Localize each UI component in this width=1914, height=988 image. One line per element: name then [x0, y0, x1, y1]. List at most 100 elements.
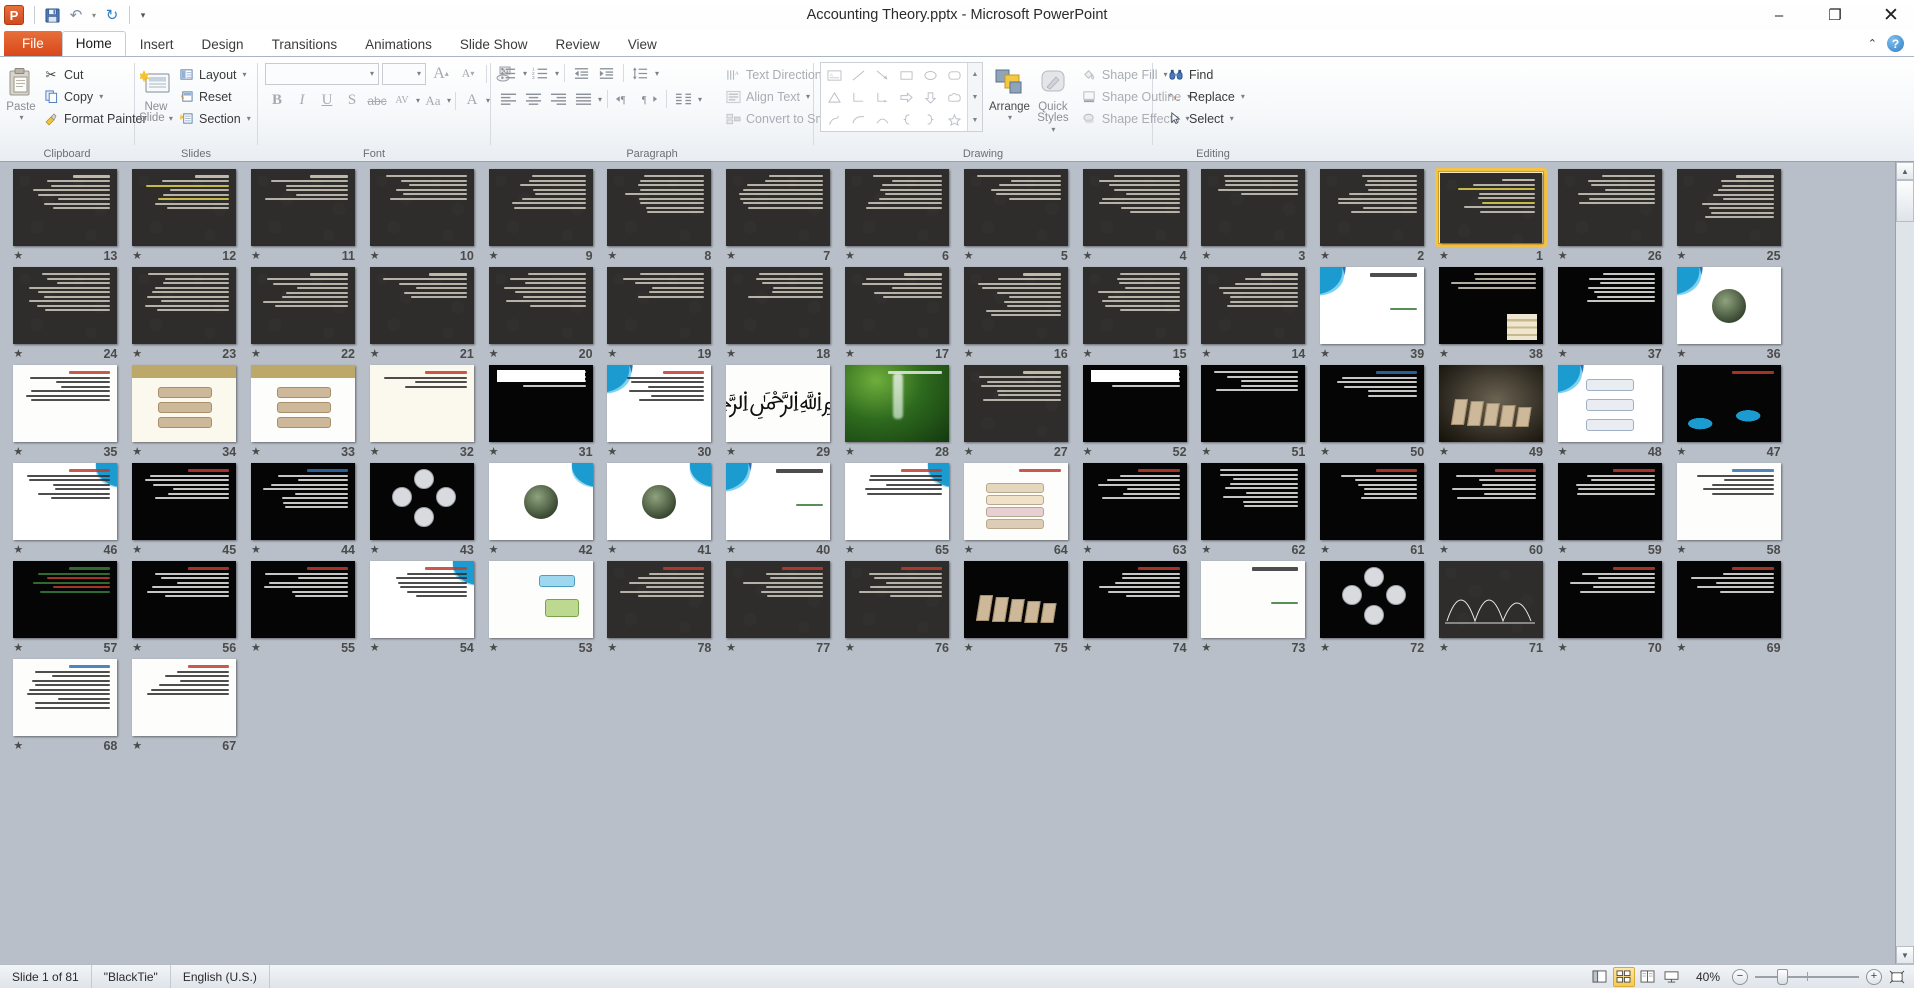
slide-thumbnail[interactable]: ★ 54 [362, 560, 481, 658]
font-color-dropdown-icon[interactable]: ▾ [486, 96, 490, 105]
slide-preview[interactable] [1201, 365, 1306, 442]
slide-preview[interactable] [1557, 169, 1662, 246]
thumbnail-frame[interactable] [485, 560, 597, 639]
tab-insert[interactable]: Insert [126, 31, 188, 56]
slide-thumbnail[interactable]: ★ 50 [1313, 364, 1432, 462]
thumbnail-frame[interactable] [1197, 560, 1309, 639]
block-arrow-down-icon[interactable] [918, 86, 942, 108]
thumbnail-frame[interactable] [1197, 364, 1309, 443]
tab-review[interactable]: Review [541, 31, 613, 56]
slide-thumbnail[interactable]: ★ 39 [1313, 266, 1432, 364]
slide-preview[interactable] [1082, 267, 1187, 344]
slide-thumbnail[interactable]: ★ 71 [1432, 560, 1551, 658]
transition-star-icon[interactable]: ★ [964, 445, 974, 458]
curve-shape-icon[interactable] [846, 108, 870, 130]
new-slide-button[interactable]: New Slide ▾ [139, 62, 173, 124]
thumbnail-frame[interactable] [1554, 364, 1666, 443]
slide-thumbnail[interactable]: ★ 68 [6, 658, 125, 756]
thumbnail-frame[interactable] [247, 560, 359, 639]
paste-dropdown-icon[interactable]: ▾ [19, 113, 23, 122]
thumbnail-frame[interactable] [247, 462, 359, 541]
transition-star-icon[interactable]: ★ [1201, 249, 1211, 262]
slide-thumbnail[interactable]: ★ 6 [838, 168, 957, 266]
slide-thumbnail[interactable]: ★ 2 [1313, 168, 1432, 266]
slide-preview[interactable] [369, 267, 474, 344]
transition-star-icon[interactable]: ★ [1320, 641, 1330, 654]
slide-preview[interactable] [726, 267, 831, 344]
undo-dropdown-icon[interactable]: ▾ [89, 4, 99, 26]
slide-thumbnail[interactable]: ★ 62 [1194, 462, 1313, 560]
slide-thumbnail[interactable]: ★ 67 [125, 658, 244, 756]
minimize-ribbon-icon[interactable]: ⌃ [1868, 37, 1877, 50]
thumbnail-frame[interactable] [366, 560, 478, 639]
reset-button[interactable]: Reset [173, 86, 256, 107]
underline-button[interactable]: U [315, 89, 339, 112]
slide-preview[interactable] [488, 463, 593, 540]
arrow-shape-icon[interactable] [870, 64, 894, 86]
transition-star-icon[interactable]: ★ [964, 249, 974, 262]
transition-star-icon[interactable]: ★ [370, 347, 380, 360]
change-case-dropdown-icon[interactable]: ▾ [447, 96, 451, 105]
slide-thumbnail[interactable]: ★ 61 [1313, 462, 1432, 560]
transition-star-icon[interactable]: ★ [1677, 641, 1687, 654]
slide-thumbnail[interactable]: ★ 5 [956, 168, 1075, 266]
slide-sorter-view-button[interactable] [1612, 966, 1635, 987]
slide-thumbnail[interactable]: ★ 20 [481, 266, 600, 364]
slide-thumbnail[interactable]: ★ 51 [1194, 364, 1313, 462]
transition-star-icon[interactable]: ★ [607, 445, 617, 458]
transition-star-icon[interactable]: ★ [1201, 445, 1211, 458]
thumbnail-frame[interactable] [1435, 462, 1547, 541]
thumbnail-frame[interactable] [1079, 560, 1191, 639]
slide-preview[interactable] [132, 659, 237, 736]
transition-star-icon[interactable]: ★ [845, 249, 855, 262]
slide-preview[interactable] [844, 267, 949, 344]
thumbnail-frame[interactable] [1079, 364, 1191, 443]
slide-thumbnail[interactable]: ★ 60 [1432, 462, 1551, 560]
thumbnail-frame[interactable] [247, 168, 359, 247]
transition-star-icon[interactable]: ★ [251, 347, 261, 360]
slide-preview[interactable] [132, 561, 237, 638]
customize-quick-access-icon[interactable]: ▾ [136, 4, 150, 26]
transition-star-icon[interactable]: ★ [1677, 347, 1687, 360]
slide-sorter-pane[interactable]: ★ 13 ★ 12 ★ 11 ★ 10 ★ 9 ★ 8 ★ 7 ★ 6 ★ 5 … [0, 161, 1914, 964]
scroll-thumb[interactable] [1896, 180, 1914, 222]
language-indicator[interactable]: English (U.S.) [171, 964, 270, 988]
transition-star-icon[interactable]: ★ [489, 347, 499, 360]
layout-button[interactable]: Layout ▾ [173, 64, 256, 85]
slide-preview[interactable] [369, 463, 474, 540]
slide-thumbnail[interactable]: ★ 42 [481, 462, 600, 560]
thumbnail-frame[interactable] [960, 168, 1072, 247]
thumbnail-frame[interactable] [128, 168, 240, 247]
transition-star-icon[interactable]: ★ [845, 543, 855, 556]
justify-button[interactable] [572, 88, 595, 110]
cloud-shape-icon[interactable] [942, 86, 966, 108]
zoom-slider[interactable] [1755, 965, 1859, 988]
slide-thumbnail[interactable]: ★ 22 [244, 266, 363, 364]
thumbnail-frame[interactable] [9, 364, 121, 443]
slide-thumbnail[interactable]: ★ 4 [1075, 168, 1194, 266]
transition-star-icon[interactable]: ★ [1558, 641, 1568, 654]
transition-star-icon[interactable]: ★ [132, 249, 142, 262]
transition-star-icon[interactable]: ★ [1201, 347, 1211, 360]
slide-thumbnail[interactable]: ★ 8 [600, 168, 719, 266]
slide-thumbnail[interactable]: ★ 23 [125, 266, 244, 364]
transition-star-icon[interactable]: ★ [1320, 347, 1330, 360]
thumbnail-frame[interactable] [1197, 462, 1309, 541]
thumbnail-frame[interactable] [1434, 168, 1547, 247]
slide-preview[interactable] [844, 169, 949, 246]
slide-preview[interactable] [607, 463, 712, 540]
transition-star-icon[interactable]: ★ [370, 445, 380, 458]
rounded-rectangle-shape-icon[interactable] [942, 64, 966, 86]
transition-star-icon[interactable]: ★ [132, 543, 142, 556]
slide-preview[interactable] [13, 169, 118, 246]
slide-preview[interactable] [1201, 561, 1306, 638]
slide-thumbnail[interactable]: ★ 41 [600, 462, 719, 560]
thumbnail-frame[interactable] [722, 560, 834, 639]
italic-button[interactable]: I [290, 89, 314, 112]
block-arrow-right-icon[interactable] [894, 86, 918, 108]
transition-star-icon[interactable]: ★ [1439, 249, 1449, 262]
thumbnail-frame[interactable] [128, 266, 240, 345]
thumbnail-frame[interactable] [366, 266, 478, 345]
thumbnail-frame[interactable] [366, 364, 478, 443]
oval-shape-icon[interactable] [918, 64, 942, 86]
